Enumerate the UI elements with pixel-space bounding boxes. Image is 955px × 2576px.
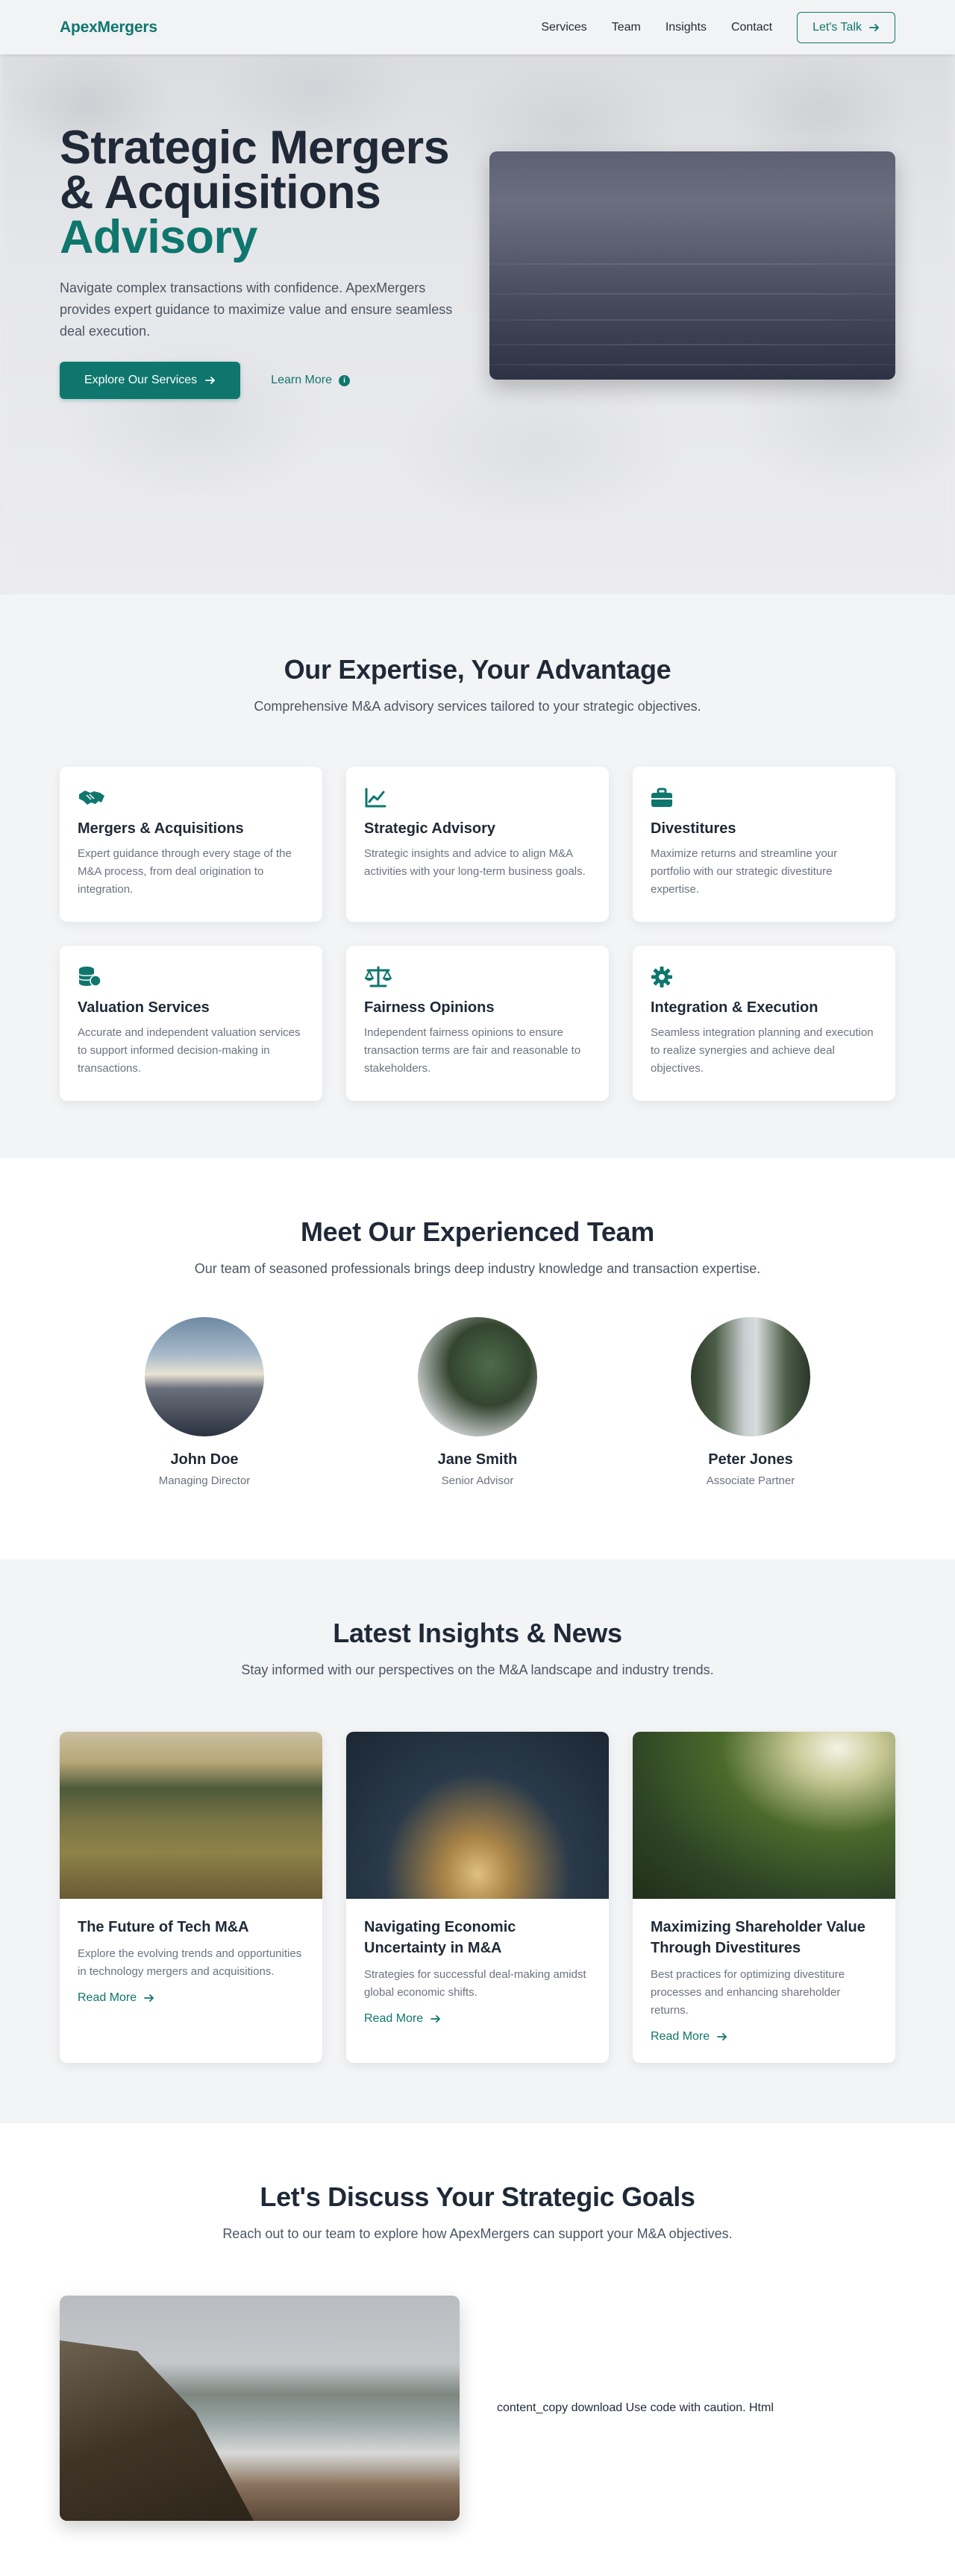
insight-title: Maximizing Shareholder Value Through Div… [651, 1919, 865, 1956]
service-title: Valuation Services [78, 999, 210, 1016]
hero-ocean-image [489, 151, 895, 380]
service-card[interactable]: Fairness Opinions Independent fairness o… [346, 946, 609, 1101]
nav-link-insights[interactable]: Insights [666, 21, 707, 34]
hero-content: Strategic Mergers & Acquisitions Advisor… [60, 125, 469, 399]
insight-image [633, 1732, 895, 1899]
nav-link-contact[interactable]: Contact [731, 21, 772, 34]
member-name: Peter Jones [708, 1451, 793, 1468]
team-members: John Doe Managing Director Jane Smith Se… [60, 1317, 895, 1487]
member-role: Associate Partner [706, 1474, 795, 1487]
member-role: Managing Director [158, 1474, 251, 1487]
hero-actions: Explore Our Services Learn More i [60, 362, 469, 399]
insights-grid: The Future of Tech M&A Explore the evolv… [60, 1732, 895, 2063]
read-more-link[interactable]: Read More [364, 2012, 591, 2026]
nav-link-services[interactable]: Services [541, 21, 586, 34]
team-title: Meet Our Experienced Team [300, 1216, 654, 1247]
service-description: Accurate and independent valuation servi… [78, 1026, 301, 1075]
lets-talk-label: Let's Talk [812, 20, 862, 34]
service-description: Strategic insights and advice to align M… [364, 847, 586, 878]
service-card[interactable]: Strategic Advisory Strategic insights an… [346, 767, 609, 922]
expertise-subtitle: Comprehensive M&A advisory services tail… [254, 699, 701, 714]
insight-card: Maximizing Shareholder Value Through Div… [633, 1732, 895, 2063]
insights-subtitle: Stay informed with our perspectives on t… [241, 1662, 714, 1677]
insight-description: Best practices for optimizing divestitur… [651, 1968, 845, 2017]
learn-more-link[interactable]: Learn More i [271, 374, 350, 387]
service-title: Fairness Opinions [364, 999, 495, 1016]
hero-section: Strategic Mergers & Acquisitions Advisor… [0, 0, 955, 594]
service-title: Mergers & Acquisitions [78, 820, 244, 837]
member-name: Jane Smith [437, 1451, 518, 1468]
service-title: Strategic Advisory [364, 820, 495, 837]
hero-subtitle: Navigate complex transactions with confi… [60, 280, 453, 339]
service-description: Maximize returns and streamline your por… [651, 847, 838, 896]
team-subtitle: Our team of seasoned professionals bring… [194, 1261, 761, 1276]
insight-title: The Future of Tech M&A [78, 1919, 249, 1935]
member-role: Senior Advisor [441, 1474, 514, 1487]
insight-title: Navigating Economic Uncertainty in M&A [364, 1919, 516, 1956]
contact-subtitle: Reach out to our team to explore how Ape… [222, 2226, 733, 2241]
insight-card: The Future of Tech M&A Explore the evolv… [60, 1732, 322, 2063]
arrow-right-icon [144, 1991, 154, 2005]
balance-scale-icon [364, 965, 392, 989]
avatar [145, 1317, 264, 1436]
insight-description: Strategies for successful deal-making am… [364, 1968, 586, 1999]
coins-icon [78, 965, 106, 989]
handshake-icon [78, 786, 106, 810]
service-title: Integration & Execution [651, 999, 818, 1016]
expertise-title: Our Expertise, Your Advantage [284, 654, 671, 685]
service-card[interactable]: Valuation Services Accurate and independ… [60, 946, 322, 1101]
nav-link-team[interactable]: Team [612, 21, 641, 34]
insight-image [346, 1732, 609, 1899]
team-member: Jane Smith Senior Advisor [363, 1317, 592, 1487]
service-description: Expert guidance through every stage of t… [78, 847, 292, 896]
code-caution-note: content_copy download Use code with caut… [497, 2401, 774, 2414]
insights-title: Latest Insights & News [333, 1618, 622, 1648]
contact-section: Let's Discuss Your Strategic Goals Reach… [0, 2123, 955, 2571]
hero-title: Strategic Mergers & Acquisitions Advisor… [60, 125, 469, 263]
avatar [418, 1317, 537, 1436]
service-description: Seamless integration planning and execut… [651, 1026, 874, 1075]
arrow-right-icon [205, 374, 216, 387]
lets-talk-button[interactable]: Let's Talk [797, 11, 895, 43]
insight-card: Navigating Economic Uncertainty in M&A S… [346, 1732, 609, 2063]
member-name: John Doe [170, 1451, 239, 1468]
chart-line-icon [364, 786, 392, 810]
explore-services-label: Explore Our Services [84, 374, 198, 386]
hero-title-accent: Advisory [60, 211, 257, 263]
team-member: John Doe Managing Director [90, 1317, 319, 1487]
read-more-label: Read More [364, 2012, 424, 2025]
explore-services-button[interactable]: Explore Our Services [60, 362, 241, 399]
insight-description: Explore the evolving trends and opportun… [78, 1947, 302, 1978]
service-card[interactable]: Mergers & Acquisitions Expert guidance t… [60, 767, 322, 922]
insights-section: Latest Insights & News Stay informed wit… [0, 1559, 955, 2123]
service-description: Independent fairness opinions to ensure … [364, 1026, 581, 1075]
learn-more-label: Learn More [271, 374, 332, 386]
info-icon: i [339, 374, 350, 386]
contact-title: Let's Discuss Your Strategic Goals [260, 2181, 695, 2212]
coastline-image [60, 2296, 460, 2521]
contact-content: content_copy download Use code with caut… [60, 2296, 895, 2521]
arrow-right-icon [430, 2012, 441, 2026]
gear-icon [651, 965, 679, 989]
top-navigation: ApexMergers Services Team Insights Conta… [0, 0, 955, 54]
read-more-link[interactable]: Read More [651, 2030, 877, 2043]
brand-logo[interactable]: ApexMergers [60, 19, 157, 37]
insight-image [60, 1732, 322, 1899]
services-grid: Mergers & Acquisitions Expert guidance t… [60, 767, 895, 1101]
expertise-section: Our Expertise, Your Advantage Comprehens… [0, 594, 955, 1158]
read-more-label: Read More [651, 2030, 710, 2043]
read-more-link[interactable]: Read More [78, 1991, 304, 2005]
avatar [691, 1317, 810, 1436]
service-card[interactable]: Integration & Execution Seamless integra… [633, 946, 895, 1101]
team-member: Peter Jones Associate Partner [636, 1317, 865, 1487]
service-title: Divestitures [651, 820, 736, 837]
nav-links: Services Team Insights Contact Let's Tal… [516, 11, 895, 43]
arrow-right-icon [869, 20, 880, 35]
service-card[interactable]: Divestitures Maximize returns and stream… [633, 767, 895, 922]
arrow-right-icon [717, 2030, 727, 2043]
briefcase-icon [651, 786, 679, 810]
read-more-label: Read More [78, 1991, 137, 2004]
team-section: Meet Our Experienced Team Our team of se… [0, 1158, 955, 1559]
